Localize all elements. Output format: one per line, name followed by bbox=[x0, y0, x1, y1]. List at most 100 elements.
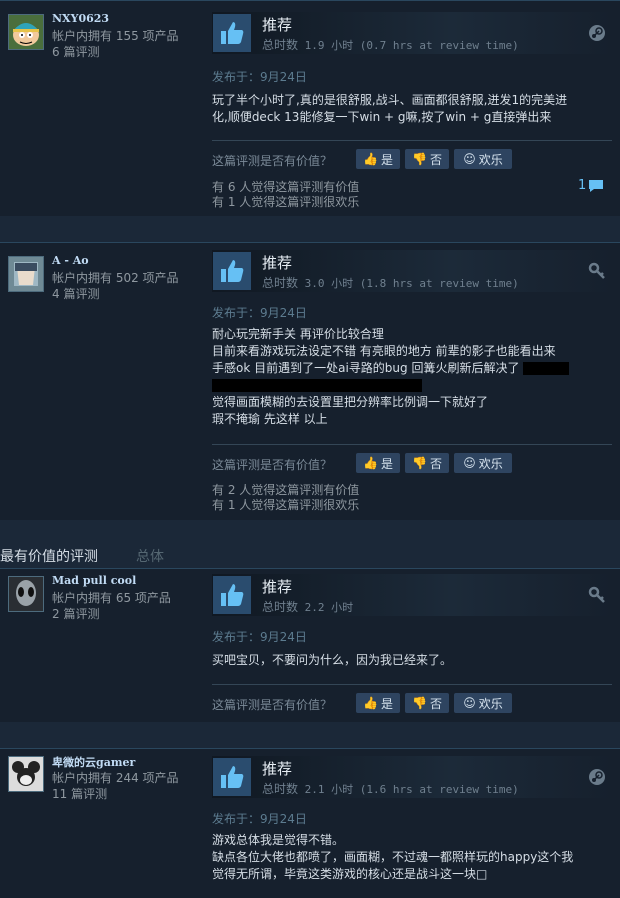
mickey-avatar-icon bbox=[9, 757, 43, 791]
vote-no-button[interactable]: 👎 否 bbox=[405, 693, 449, 713]
review-line: 目前来看游戏玩法设定不错 有亮眼的地方 前辈的影子也能看出来 bbox=[212, 344, 556, 358]
review-content: 耐心玩完新手关 再评价比较合理 目前来看游戏玩法设定不错 有亮眼的地方 前辈的影… bbox=[212, 326, 612, 428]
posted-date: 发布于：9月24日 bbox=[212, 306, 307, 320]
review-line bbox=[212, 377, 612, 394]
author-name[interactable]: A - Ao bbox=[52, 254, 89, 267]
yes-label: 是 bbox=[380, 456, 393, 471]
thumbs-up-icon: 👍 bbox=[363, 696, 378, 710]
review-count[interactable]: 4 篇评测 bbox=[52, 286, 179, 302]
thumbs-up-icon bbox=[213, 14, 251, 52]
helpful-count: 有 2 人觉得这篇评测有价值 bbox=[212, 483, 360, 497]
funny-label: 欢乐 bbox=[478, 456, 503, 471]
vote-yes-button[interactable]: 👍 是 bbox=[356, 693, 400, 713]
posted-date: 发布于：9月24日 bbox=[212, 812, 307, 826]
section-header: 最有价值的评测 总体 bbox=[0, 544, 620, 568]
key-icon bbox=[588, 262, 605, 279]
helpful-question: 这篇评测是否有价值？ bbox=[212, 698, 333, 712]
vote-funny-button[interactable]: ☺ 欢乐 bbox=[454, 453, 512, 473]
review-line: 手感ok 目前遇到了一处ai寻路的bug 回篝火刷新后解决了 bbox=[212, 360, 612, 377]
funny-label: 欢乐 bbox=[478, 152, 503, 167]
review-card: NXY0623 帐户内拥有 155 项产品 6 篇评测 推荐 总时数 1.9 小… bbox=[0, 0, 620, 216]
review-content: 买吧宝贝，不要问为什么，因为我已经来了。 bbox=[212, 652, 612, 669]
vote-header[interactable]: 推荐 总时数 2.2 小时 bbox=[212, 574, 612, 616]
review-line: 瑕不掩瑜 先这样 以上 bbox=[212, 412, 328, 426]
review-count[interactable]: 11 篇评测 bbox=[52, 786, 179, 802]
thumbs-up-icon bbox=[213, 252, 251, 290]
funny-label: 欢乐 bbox=[478, 696, 503, 711]
helpful-question: 这篇评测是否有价值？ bbox=[212, 154, 333, 168]
owned-products: 帐户内拥有 502 项产品 bbox=[52, 271, 179, 285]
thumbs-up-icon bbox=[213, 758, 251, 796]
vote-yes-button[interactable]: 👍 是 bbox=[356, 453, 400, 473]
hours-value: 2.1 小时 (1.6 hrs at review time) bbox=[304, 783, 519, 796]
thumbs-down-icon: 👎 bbox=[412, 456, 427, 470]
review-card: Mad pull cool 帐户内拥有 65 项产品 2 篇评测 推荐 总时数 … bbox=[0, 568, 620, 722]
funny-count: 有 1 人觉得这篇评测很欢乐 bbox=[212, 498, 360, 512]
steam-icon bbox=[589, 769, 605, 785]
divider bbox=[212, 444, 612, 445]
review-line: 玩了半个小时了,真的是很舒服,战斗、画面都很舒服,迸发1的完美进 bbox=[212, 93, 568, 107]
author-name[interactable]: 卑微的云gamer bbox=[52, 754, 135, 770]
review-count[interactable]: 6 篇评测 bbox=[52, 44, 179, 60]
helpful-question: 这篇评测是否有价值？ bbox=[212, 458, 333, 472]
cartman-avatar-icon bbox=[9, 15, 43, 49]
review-content: 游戏总体我是觉得不错。 缺点各位大佬也都喷了，画面糊，不过魂一都照样玩的happ… bbox=[212, 832, 612, 883]
comments-link[interactable]: 1 bbox=[578, 178, 604, 193]
no-label: 否 bbox=[429, 456, 442, 471]
posted-date: 发布于：9月24日 bbox=[212, 630, 307, 644]
hours-value: 2.2 小时 bbox=[304, 601, 354, 614]
smile-icon: ☺ bbox=[463, 696, 476, 710]
play-hours: 总时数 2.2 小时 bbox=[262, 598, 353, 615]
steam-icon bbox=[589, 25, 605, 41]
review-count[interactable]: 2 篇评测 bbox=[52, 606, 171, 622]
vote-yes-button[interactable]: 👍 是 bbox=[356, 149, 400, 169]
review-line: 买吧宝贝，不要问为什么，因为我已经来了。 bbox=[212, 653, 453, 667]
vote-header[interactable]: 推荐 总时数 3.0 小时 (1.8 hrs at review time) bbox=[212, 250, 612, 292]
section-title: 最有价值的评测 bbox=[0, 549, 98, 565]
play-hours: 总时数 1.9 小时 (0.7 hrs at review time) bbox=[262, 36, 519, 53]
alien-avatar-icon bbox=[9, 577, 43, 611]
avatar[interactable] bbox=[8, 756, 44, 792]
hours-prefix: 总时数 bbox=[262, 38, 299, 52]
review-line: 化,顺便deck 13能修复一下win + g嘛,按了win + g直接弹出来 bbox=[212, 110, 552, 124]
vote-header[interactable]: 推荐 总时数 2.1 小时 (1.6 hrs at review time) bbox=[212, 756, 612, 798]
recommendation-title: 推荐 bbox=[262, 578, 293, 596]
anime-avatar-icon bbox=[9, 257, 43, 291]
vote-funny-button[interactable]: ☺ 欢乐 bbox=[454, 149, 512, 169]
recommendation-title: 推荐 bbox=[262, 16, 293, 34]
avatar[interactable] bbox=[8, 14, 44, 50]
vote-header[interactable]: 推荐 总时数 1.9 小时 (0.7 hrs at review time) bbox=[212, 12, 612, 54]
review-card: A - Ao 帐户内拥有 502 项产品 4 篇评测 推荐 总时数 3.0 小时… bbox=[0, 242, 620, 520]
smile-icon: ☺ bbox=[463, 152, 476, 166]
play-hours: 总时数 2.1 小时 (1.6 hrs at review time) bbox=[262, 780, 519, 797]
author-name[interactable]: Mad pull cool bbox=[52, 574, 136, 587]
thumbs-up-icon bbox=[213, 576, 251, 614]
divider bbox=[212, 140, 612, 141]
helpful-count: 有 6 人觉得这篇评测有价值 bbox=[212, 180, 360, 194]
review-content: 玩了半个小时了,真的是很舒服,战斗、画面都很舒服,迸发1的完美进 化,顺便dec… bbox=[212, 92, 612, 126]
review-line: 游戏总体我是觉得不错。 bbox=[212, 833, 345, 847]
section-subtitle[interactable]: 总体 bbox=[136, 546, 164, 566]
hours-value: 3.0 小时 (1.8 hrs at review time) bbox=[304, 277, 519, 290]
review-stats: 有 6 人觉得这篇评测有价值 有 1 人觉得这篇评测很欢乐 bbox=[212, 180, 359, 210]
hours-prefix: 总时数 bbox=[262, 600, 299, 614]
vote-no-button[interactable]: 👎 否 bbox=[405, 149, 449, 169]
author-name[interactable]: NXY0623 bbox=[52, 12, 109, 25]
key-icon bbox=[588, 586, 605, 603]
hours-value: 1.9 小时 (0.7 hrs at review time) bbox=[304, 39, 519, 52]
review-line-text: 手感ok 目前遇到了一处ai寻路的bug 回篝火刷新后解决了 bbox=[212, 361, 520, 375]
spoiler-block[interactable] bbox=[523, 362, 570, 375]
recommendation-title: 推荐 bbox=[262, 760, 293, 778]
no-label: 否 bbox=[429, 696, 442, 711]
vote-no-button[interactable]: 👎 否 bbox=[405, 453, 449, 473]
owned-products: 帐户内拥有 244 项产品 bbox=[52, 771, 179, 785]
vote-funny-button[interactable]: ☺ 欢乐 bbox=[454, 693, 512, 713]
yes-label: 是 bbox=[380, 696, 393, 711]
divider bbox=[212, 684, 612, 685]
avatar[interactable] bbox=[8, 256, 44, 292]
avatar[interactable] bbox=[8, 576, 44, 612]
spoiler-block[interactable] bbox=[212, 379, 422, 392]
owned-products: 帐户内拥有 155 项产品 bbox=[52, 29, 179, 43]
review-card: 卑微的云gamer 帐户内拥有 244 项产品 11 篇评测 推荐 总时数 2.… bbox=[0, 748, 620, 898]
comment-count: 1 bbox=[578, 178, 587, 193]
